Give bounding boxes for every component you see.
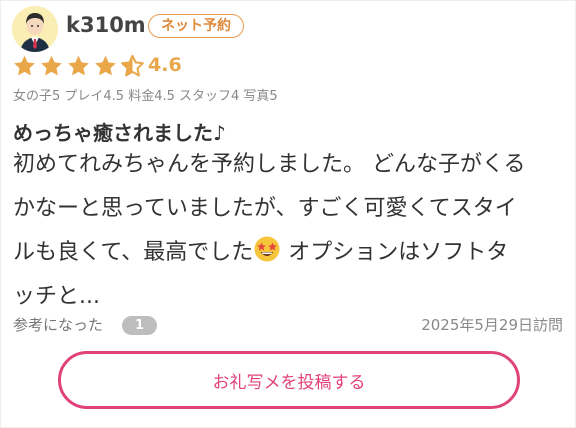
username[interactable]: k310m [66, 13, 146, 37]
star-full-icon [14, 55, 35, 76]
review-line: ルも良くて、最高でした オプションはソフトタ [13, 231, 569, 275]
review-line: かなーと思っていましたが、すごく可愛くてスタイ [13, 196, 517, 221]
review-line: 初めてれみちゃんを予約しました。 どんな子がくる [13, 152, 526, 177]
star-full-icon [41, 55, 62, 76]
rating-value: 4.6 [148, 54, 182, 76]
review-line-part: ルも良くて、最高でした [13, 240, 254, 265]
star-full-icon [68, 55, 89, 76]
star-half-icon [121, 54, 144, 77]
avatar-icon [12, 6, 58, 52]
visit-date: 2025年5月29日訪問 [421, 316, 563, 334]
sub-ratings: 女の子5 プレイ4.5 料金4.5 スタッフ4 写真5 [13, 89, 278, 104]
review-card: k310m ネット予約 4.6 女の子5 プレイ4.5 料金4.5 スタッフ4 … [0, 0, 576, 428]
review-line-part: オプションはソフトタ [281, 240, 509, 265]
net-reservation-badge: ネット予約 [148, 14, 244, 38]
post-thanks-photo-button[interactable]: お礼写メを投稿する [58, 351, 520, 409]
review-title: めっちゃ癒されました♪ [13, 121, 226, 145]
review-line: ッチと... [13, 284, 100, 309]
helpful-count-badge: 1 [122, 316, 157, 335]
star-rating [12, 54, 147, 78]
helpful-label[interactable]: 参考になった [13, 314, 103, 335]
star-full-icon [95, 55, 116, 76]
user-avatar[interactable] [12, 6, 58, 52]
review-body[interactable]: 初めてれみちゃんを予約しました。 どんな子がくる かなーと思っていましたが、すご… [13, 143, 569, 319]
star-struck-emoji-icon [254, 236, 280, 262]
